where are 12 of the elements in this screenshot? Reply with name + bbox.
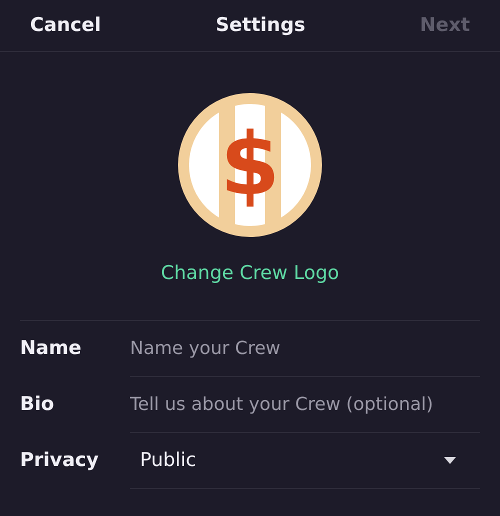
change-logo-link[interactable]: Change Crew Logo: [160, 259, 340, 288]
field-label: Bio: [20, 392, 56, 418]
dollar-symbol: $: [220, 122, 280, 208]
caret-icon: [444, 456, 456, 464]
crew-logo[interactable]: $: [178, 93, 322, 237]
text-field[interactable]: Name your Crew: [130, 334, 480, 362]
privacy-dropdown[interactable]: Public: [130, 446, 480, 474]
field-label: Privacy: [20, 448, 100, 474]
field-label: Name: [20, 336, 82, 362]
cancel-button[interactable]: Cancel: [30, 11, 101, 40]
screen-title: Settings: [216, 13, 306, 38]
text-field[interactable]: Tell us about your Crew (optional): [130, 390, 480, 418]
